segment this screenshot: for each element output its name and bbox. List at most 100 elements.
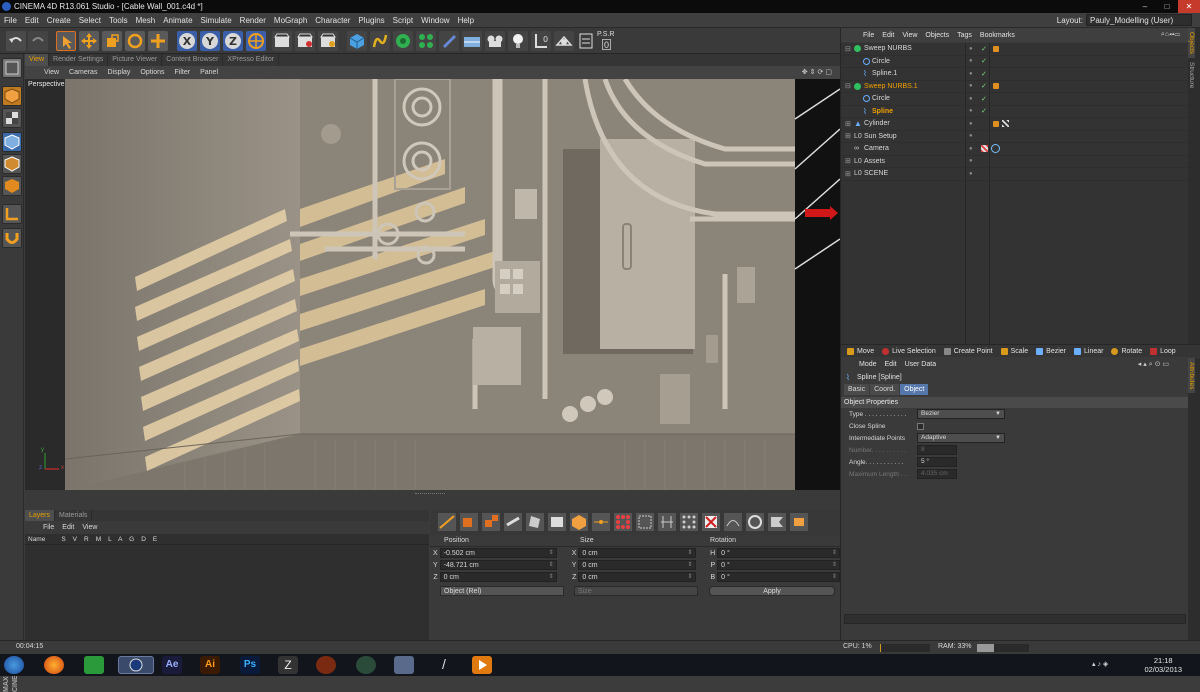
enabled-check-icon[interactable]: ✓ [981,82,987,90]
tag-icon[interactable] [993,120,999,127]
undo-icon[interactable] [6,31,26,51]
rotation-h-field[interactable]: 0 ° [717,548,840,558]
number-field[interactable]: 8 [917,445,957,455]
obj-menu-file[interactable]: File [859,32,878,39]
layers-menu-file[interactable]: File [39,524,58,531]
axis-mode-icon[interactable] [2,204,22,224]
side-tab-attributes[interactable]: Attributes [1188,358,1195,394]
render-settings-icon[interactable] [318,31,338,51]
make-editable-icon[interactable] [2,58,22,78]
size-x-field[interactable]: 0 cm [578,548,696,558]
visibility-dots[interactable]: ● [969,171,973,177]
deformer-icon[interactable] [439,31,459,51]
menu-script[interactable]: Script [389,16,417,25]
collapse-icon[interactable]: ⊟ [845,45,851,53]
x-axis-lock-icon[interactable]: X [177,31,197,51]
array-icon[interactable] [416,31,436,51]
list-item[interactable]: ⊞ L0 Sun Setup ● [841,131,1189,143]
expand-icon[interactable]: ⊞ [845,132,851,140]
media-player-icon[interactable] [472,656,492,674]
attribute-nav-icons[interactable]: ◂ ▴ ⌕ ⊙ ▭ [1134,360,1173,369]
type-dropdown[interactable]: Bezier ▼ [917,409,1005,419]
rotation-p-field[interactable]: 0 ° [717,560,840,570]
side-tab-structure[interactable]: Structure [1188,58,1195,92]
menu-mograph[interactable]: MoGraph [270,16,311,25]
system-clock[interactable]: 21:18 02/03/2013 [1144,656,1182,674]
visibility-dots[interactable]: ● [969,96,973,102]
attr-tab-basic[interactable]: Basic [844,384,870,395]
tool-linear[interactable]: Linear [1074,347,1103,355]
scene-floor-icon[interactable] [462,31,482,51]
polygons-mode-icon[interactable] [2,176,22,196]
workplane-icon[interactable] [554,31,574,51]
points-mode-icon[interactable] [2,132,22,152]
coordinate-system-icon[interactable] [246,31,266,51]
angle-field[interactable]: 5 ° [917,457,957,467]
maximize-button[interactable]: □ [1156,0,1178,13]
attr-menu-edit[interactable]: Edit [881,361,901,368]
size-mode-dropdown[interactable]: Size [574,586,698,596]
menu-edit[interactable]: Edit [21,16,43,25]
menu-animate[interactable]: Animate [159,16,196,25]
enabled-check-icon[interactable]: ✓ [981,45,987,53]
attr-tab-coord[interactable]: Coord. [870,384,900,395]
app-six-icon[interactable] [356,656,376,674]
tab-content-browser[interactable]: Content Browser [162,54,224,66]
rotate-tool-icon[interactable] [125,31,145,51]
tab-layers[interactable]: Layers [25,510,56,521]
tool-live-selection[interactable]: Live Selection [882,347,936,355]
enabled-check-icon[interactable]: ✓ [981,70,987,78]
list-item[interactable]: ⊟ Sweep NURBS.1 ● ✓ [841,81,1189,93]
coordinate-mode-dropdown[interactable]: Object (Rel) [440,586,564,596]
position-x-field[interactable]: -0.502 cm [439,548,557,558]
menu-render[interactable]: Render [236,16,270,25]
tool-bezier[interactable]: Bezier [1036,347,1066,355]
texture-tag-icon[interactable] [1002,120,1009,128]
enabled-check-icon[interactable]: ✓ [981,107,987,115]
minimize-button[interactable]: – [1134,0,1156,13]
spline-pen-icon[interactable] [370,31,390,51]
file-explorer-icon[interactable] [394,656,414,674]
menu-simulate[interactable]: Simulate [197,16,236,25]
close-button[interactable]: ✕ [1178,0,1200,13]
texture-mode-icon[interactable] [2,108,22,128]
menu-file[interactable]: File [0,16,21,25]
obj-menu-tags[interactable]: Tags [953,32,976,39]
model-mode-icon[interactable] [2,86,22,106]
list-item[interactable]: Circle ● ✓ [841,56,1189,68]
tag-icon[interactable] [993,83,999,90]
green-app-icon[interactable] [84,656,104,674]
collapse-icon[interactable]: ⊟ [845,82,851,90]
tab-xpresso-editor[interactable]: XPresso Editor [223,54,280,66]
camera-object-icon[interactable] [485,31,505,51]
visibility-dots[interactable]: ● [969,46,973,52]
tag-icon[interactable] [993,45,999,52]
menu-window[interactable]: Window [417,16,453,25]
expand-icon[interactable]: ⊞ [845,157,851,165]
menu-character[interactable]: Character [311,16,354,25]
menu-plugins[interactable]: Plugins [354,16,388,25]
list-item[interactable]: ⊟ Sweep NURBS ● ✓ [841,43,1189,56]
vp-menu-options[interactable]: Options [135,69,169,76]
target-tag-icon[interactable] [991,144,1000,154]
edges-mode-icon[interactable] [2,154,22,174]
redo-icon[interactable] [28,31,48,51]
visibility-dots[interactable]: ● [969,108,973,114]
render-picture-viewer-icon[interactable] [295,31,315,51]
enabled-check-icon[interactable]: ✓ [981,95,987,103]
system-tray-icons[interactable]: ▴ ♪ ◈ [1092,660,1108,668]
tool-move[interactable]: Move [847,347,874,355]
visibility-dots[interactable]: ● [969,71,973,77]
vp-menu-panel[interactable]: Panel [195,69,223,76]
attribute-scrollbar[interactable] [844,614,1186,624]
expand-icon[interactable]: ⊞ [845,120,851,128]
attr-menu-mode[interactable]: Mode [855,361,881,368]
attr-menu-user-data[interactable]: User Data [901,361,941,368]
protection-tag-icon[interactable] [981,145,988,153]
obj-menu-bookmarks[interactable]: Bookmarks [976,32,1019,39]
max-length-field[interactable]: 4.035 cm [917,469,957,479]
illustrator-icon[interactable]: Ai [200,656,220,674]
perspective-viewport[interactable]: Perspective y x z [25,79,840,490]
tab-materials[interactable]: Materials [55,510,93,521]
visibility-dots[interactable]: ● [969,146,973,152]
